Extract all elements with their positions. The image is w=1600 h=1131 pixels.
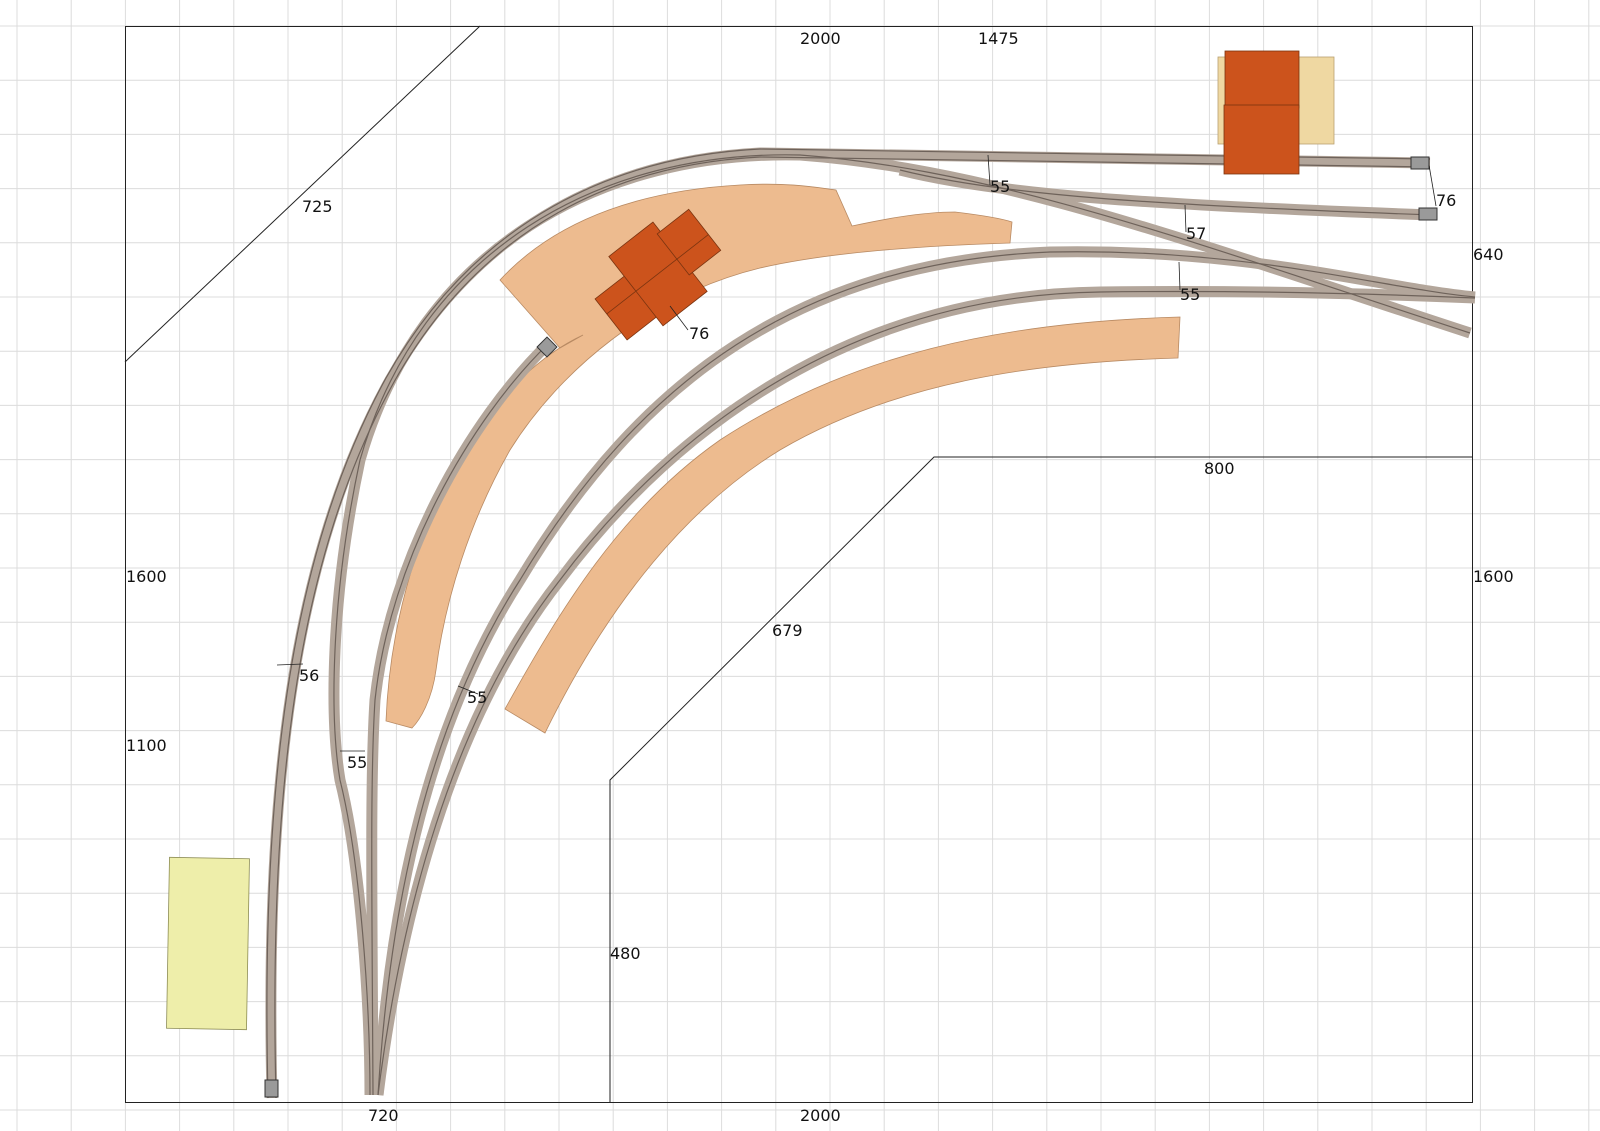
track-label-55-lower: 55 [467,688,487,707]
dim-inner-480: 480 [610,944,641,963]
dim-inner-800: 800 [1204,459,1235,478]
track-label-76-right: 76 [1436,191,1456,210]
inner-cutout-edge [609,456,1472,1102]
dim-bottom-2000: 2000 [800,1106,841,1125]
dim-right-1600: 1600 [1473,567,1514,586]
track-label-55-top: 55 [990,177,1010,196]
buffer-stop-bottom [264,1079,279,1098]
track-label-76-shed: 76 [689,324,709,343]
dim-diag-679: 679 [772,621,803,640]
dim-diag-725: 725 [302,197,333,216]
track-plan-canvas: 2000 1475 725 640 1600 1600 1100 800 679… [0,0,1600,1131]
corner-cut-diagonal [124,25,481,363]
track-label-57: 57 [1186,224,1206,243]
red-building-top-right-lower [1223,104,1300,175]
buffer-stop-top-siding [1410,156,1430,170]
tick-76-right [1428,164,1437,207]
dim-left-1100: 1100 [126,736,167,755]
yard-yellow-building [166,856,250,1031]
track-beds [265,147,1476,1099]
buffer-stop-siding-57 [1418,207,1438,221]
track-label-55-mid: 55 [1180,285,1200,304]
dim-right-640: 640 [1473,245,1504,264]
dim-top-2000: 2000 [800,29,841,48]
track-label-55-left: 55 [347,753,367,772]
dim-bottom-720: 720 [368,1106,399,1125]
dim-top-1475: 1475 [978,29,1019,48]
red-building-top-right-upper [1224,50,1300,109]
track-label-56: 56 [299,666,319,685]
dim-left-1600: 1600 [126,567,167,586]
track-bed-siding-57 [898,164,1434,221]
